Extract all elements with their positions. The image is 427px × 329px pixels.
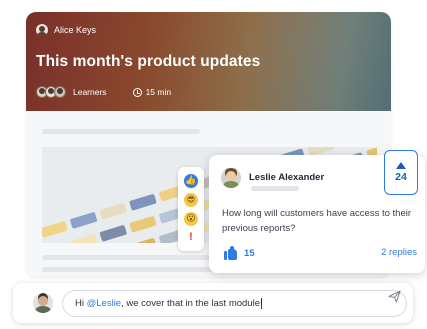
course-duration: 15 min (132, 87, 172, 97)
avatar (36, 86, 48, 98)
learner-avatars[interactable] (36, 86, 66, 98)
reaction-bar: 👍 😎 😮 ! (178, 167, 204, 251)
thumbs-up-icon[interactable]: 👍 (184, 173, 198, 188)
nerd-face-icon[interactable]: 😎 (184, 192, 198, 207)
hushed-face-icon[interactable]: 😮 (184, 211, 198, 226)
learners-label: Learners (73, 87, 107, 97)
arrow-up-icon (396, 162, 406, 169)
avatar (33, 293, 53, 313)
like-count: 15 (244, 247, 255, 259)
skeleton-line (251, 186, 299, 191)
send-icon[interactable] (388, 290, 401, 303)
reply-prefix: Hi (75, 298, 87, 309)
reply-input[interactable]: Hi @Leslie, we cover that in the last mo… (62, 290, 407, 317)
text-caret (260, 298, 262, 309)
author-name: Alice Keys (54, 25, 97, 35)
replies-link[interactable]: 2 replies (381, 247, 417, 258)
author-avatar (36, 24, 48, 36)
exclamation-icon[interactable]: ! (184, 231, 198, 245)
thumbs-up-icon (224, 246, 238, 260)
avatar (54, 86, 66, 98)
reply-suffix: , we cover that in the last module (121, 298, 260, 309)
avatar (45, 86, 57, 98)
stage: Alice Keys This month's product updates … (0, 0, 427, 329)
comment-author[interactable]: Leslie Alexander (249, 172, 324, 183)
course-author[interactable]: Alice Keys (36, 24, 96, 36)
course-title: This month's product updates (36, 53, 261, 70)
avatar[interactable] (221, 168, 241, 188)
course-banner: Alice Keys This month's product updates … (26, 12, 391, 111)
mention[interactable]: @Leslie (87, 298, 121, 309)
comment-text: How long will customers have access to t… (222, 208, 412, 234)
vote-count: 24 (395, 171, 407, 183)
course-meta: Learners 15 min (36, 86, 171, 98)
upvote-button[interactable]: 24 (384, 150, 418, 195)
reply-bar: Hi @Leslie, we cover that in the last mo… (13, 283, 413, 323)
like-button[interactable]: 15 (224, 246, 255, 260)
duration-label: 15 min (145, 87, 172, 97)
skeleton-line (42, 129, 200, 134)
clock-icon (132, 87, 142, 97)
